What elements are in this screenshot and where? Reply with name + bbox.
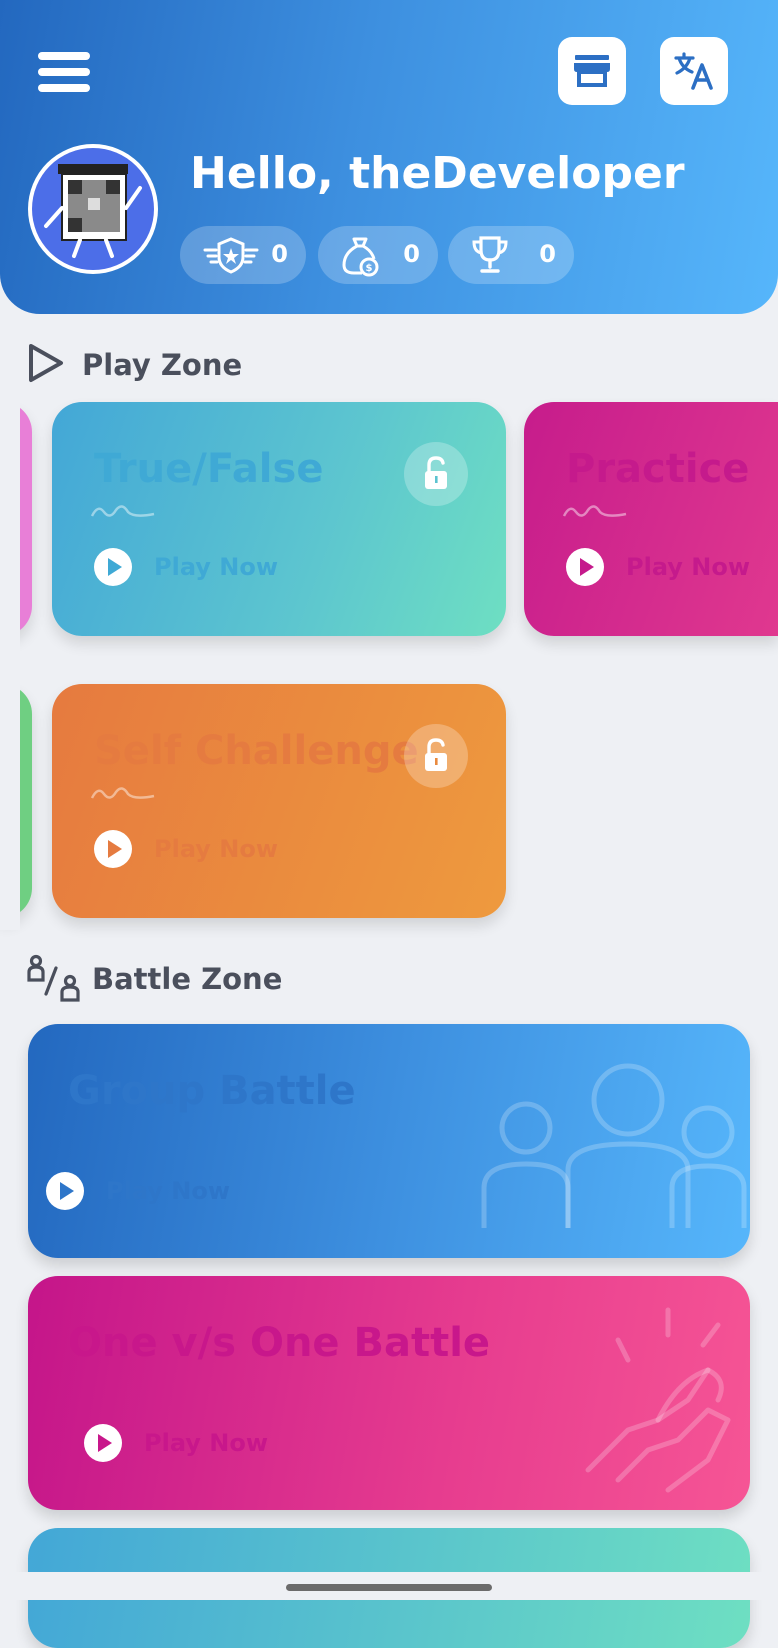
coins-stat[interactable]: $ 0 xyxy=(318,226,438,284)
decorative-squiggle xyxy=(562,505,627,517)
play-now-button[interactable]: Play Now xyxy=(94,548,278,586)
svg-text:$: $ xyxy=(366,263,373,274)
trophy-stat[interactable]: 0 xyxy=(448,226,574,284)
store-icon xyxy=(574,55,610,87)
self-challenge-card[interactable]: Self Challenge Play Now xyxy=(52,684,506,918)
decorative-squiggle xyxy=(90,505,155,517)
rank-stat[interactable]: 0 xyxy=(180,226,306,284)
handshake-icon xyxy=(585,1307,731,1493)
carousel-edge xyxy=(0,390,20,930)
coin-bag-icon: $ xyxy=(342,237,379,277)
play-now-label: Play Now xyxy=(144,1429,269,1457)
home-indicator[interactable] xyxy=(286,1584,492,1591)
one-vs-one-battle-card[interactable]: One v/s One Battle Play Now xyxy=(28,1276,750,1510)
group-battle-card[interactable]: Group Battle Play Now xyxy=(28,1024,750,1258)
play-now-label: Play Now xyxy=(106,1177,231,1205)
menu-bar xyxy=(38,52,90,60)
menu-button[interactable] xyxy=(38,52,90,92)
play-circle-icon xyxy=(46,1172,84,1210)
card-title: Self Challenge xyxy=(94,728,419,774)
true-false-card[interactable]: True/False Play Now xyxy=(52,402,506,636)
avatar-image xyxy=(32,148,154,270)
play-now-label: Play Now xyxy=(154,835,279,863)
play-now-button[interactable]: Play Now xyxy=(94,830,278,868)
coins-value: 0 xyxy=(403,240,420,268)
play-circle-icon xyxy=(94,548,132,586)
card-title: One v/s One Battle xyxy=(68,1320,491,1366)
translate-icon xyxy=(674,52,713,90)
language-button[interactable] xyxy=(660,37,728,105)
menu-bar xyxy=(38,68,90,76)
menu-bar xyxy=(38,84,90,92)
avatar[interactable] xyxy=(28,144,158,274)
battle-zone-title: Battle Zone xyxy=(92,962,283,996)
group-people-icon xyxy=(481,1063,747,1228)
play-now-label: Play Now xyxy=(626,553,751,581)
play-now-button[interactable]: Play Now xyxy=(46,1172,230,1210)
play-circle-icon xyxy=(84,1424,122,1462)
play-zone-title: Play Zone xyxy=(82,348,243,382)
card-title: Practice xyxy=(566,446,750,492)
unlock-icon xyxy=(404,724,468,788)
greeting-text: Hello, theDeveloper xyxy=(190,148,685,199)
rank-badge-icon xyxy=(203,237,259,274)
rank-value: 0 xyxy=(271,240,288,268)
trophy-icon xyxy=(472,236,508,273)
trophy-value: 0 xyxy=(539,240,556,268)
play-circle-icon xyxy=(566,548,604,586)
play-now-label: Play Now xyxy=(154,553,279,581)
decorative-squiggle xyxy=(90,787,155,799)
profile-header: Hello, theDeveloper 0 $ 0 0 xyxy=(0,0,778,314)
play-now-button[interactable]: Play Now xyxy=(84,1424,268,1462)
play-now-button[interactable]: Play Now xyxy=(566,548,750,586)
store-button[interactable] xyxy=(558,37,626,105)
card-title: Group Battle xyxy=(68,1068,356,1114)
unlock-icon xyxy=(404,442,468,506)
card-title: True/False xyxy=(94,446,324,492)
practice-card[interactable]: Practice Play Now xyxy=(524,402,778,636)
battle-zone-icon xyxy=(27,954,80,1002)
play-zone-icon xyxy=(29,344,63,382)
play-circle-icon xyxy=(94,830,132,868)
